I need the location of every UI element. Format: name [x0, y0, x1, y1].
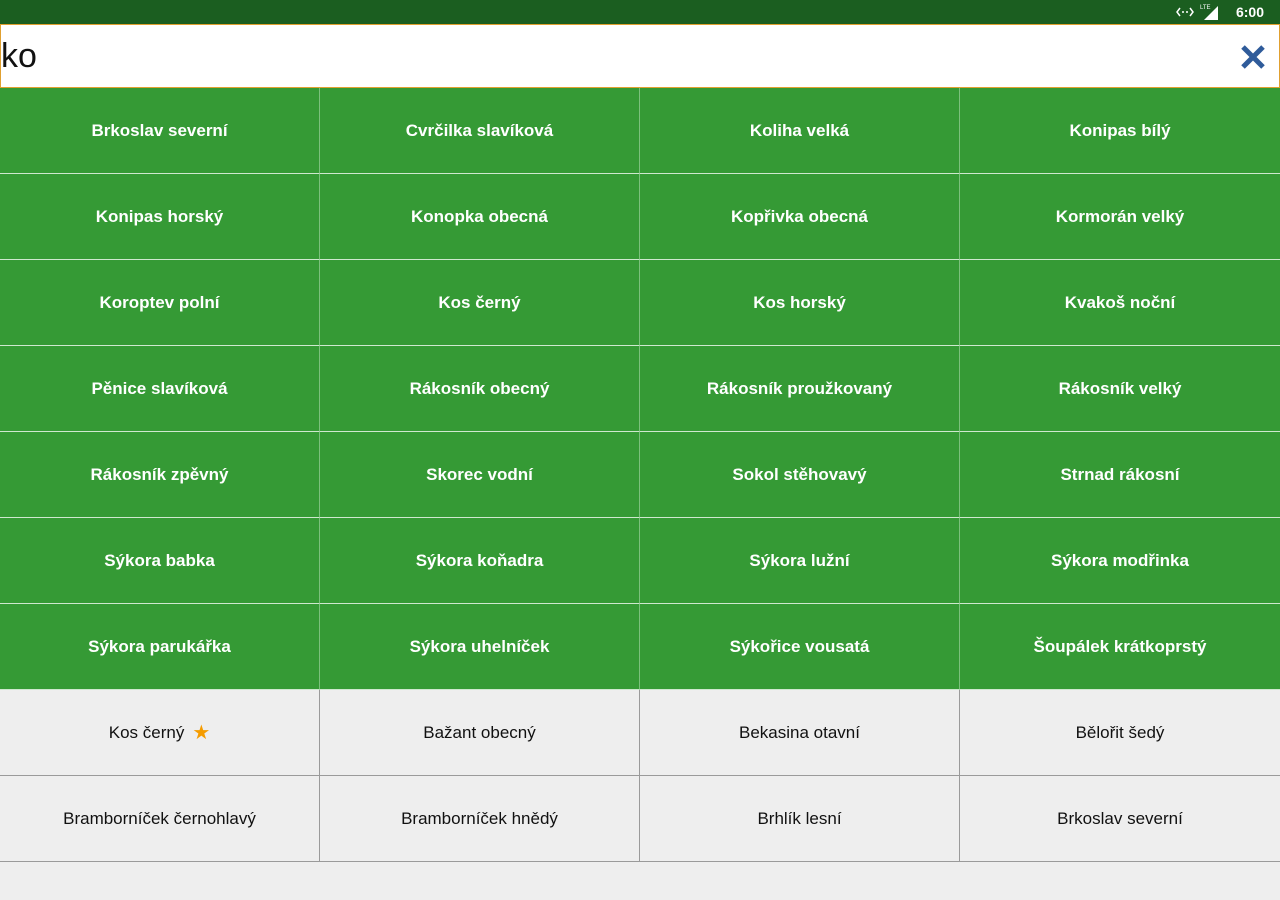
matched-bird-cell[interactable]: Konipas bílý: [960, 88, 1280, 174]
bird-name: Brkoslav severní: [91, 120, 228, 140]
matched-bird-cell[interactable]: Kos černý: [320, 260, 640, 346]
matched-bird-cell[interactable]: Sýkora lužní: [640, 518, 960, 604]
bird-name: Konipas bílý: [1069, 120, 1171, 140]
matched-bird-cell[interactable]: Koliha velká: [640, 88, 960, 174]
bird-name: Rákosník proužkovaný: [706, 378, 893, 398]
bird-name: Rákosník velký: [1058, 378, 1182, 398]
bird-name: Sýkora parukářka: [88, 636, 231, 656]
matched-bird-cell[interactable]: Cvrčilka slavíková: [320, 88, 640, 174]
search-bar: [0, 24, 1280, 88]
matched-bird-cell[interactable]: Kos horský: [640, 260, 960, 346]
bird-cell[interactable]: Bramborníček hnědý: [320, 776, 640, 862]
clear-search-button[interactable]: [1235, 39, 1271, 75]
bird-name: Sokol stěhovavý: [732, 464, 867, 484]
bird-name: Konopka obecná: [411, 206, 548, 226]
matched-bird-cell[interactable]: Šoupálek krátkoprstý: [960, 604, 1280, 690]
bird-name: Sýkora uhelníček: [409, 636, 550, 656]
close-icon: [1241, 45, 1265, 69]
bird-name: Brkoslav severní: [1057, 808, 1183, 828]
matched-bird-cell[interactable]: Sýkora modřinka: [960, 518, 1280, 604]
matched-bird-cell[interactable]: Konipas horský: [0, 174, 320, 260]
matched-bird-cell[interactable]: Rákosník obecný: [320, 346, 640, 432]
lte-label: LTE: [1200, 5, 1211, 11]
status-bar: LTE 6:00: [0, 0, 1280, 24]
matched-bird-cell[interactable]: Sýkora parukářka: [0, 604, 320, 690]
bird-name: Sýkora lužní: [749, 550, 850, 570]
bird-name: Bramborníček černohlavý: [63, 808, 256, 828]
favorite-bird-cell[interactable]: Kos černý ★: [0, 690, 320, 776]
matched-bird-cell[interactable]: Pěnice slavíková: [0, 346, 320, 432]
bird-name: Kos černý: [108, 722, 185, 742]
matched-bird-cell[interactable]: Konopka obecná: [320, 174, 640, 260]
matched-bird-cell[interactable]: Koroptev polní: [0, 260, 320, 346]
bird-name: Sýkora babka: [104, 550, 215, 570]
status-time: 6:00: [1235, 4, 1264, 20]
matched-bird-cell[interactable]: Sýkora babka: [0, 518, 320, 604]
bird-cell[interactable]: Bažant obecný: [320, 690, 640, 776]
bird-name: Kos horský: [753, 292, 846, 312]
matched-bird-cell[interactable]: Sýkora uhelníček: [320, 604, 640, 690]
bird-name: Sýkořice vousatá: [729, 636, 870, 656]
bird-name: Sýkora koňadra: [415, 550, 544, 570]
matched-bird-cell[interactable]: Strnad rákosní: [960, 432, 1280, 518]
matched-bird-cell[interactable]: Rákosník zpěvný: [0, 432, 320, 518]
bird-name: Rákosník obecný: [409, 378, 550, 398]
search-input[interactable]: [1, 25, 1201, 87]
bird-cell[interactable]: Brkoslav severní: [960, 776, 1280, 862]
bird-name: Konipas horský: [95, 206, 224, 226]
status-icons: LTE 6:00: [1176, 0, 1264, 24]
bird-grid: Brkoslav severní Cvrčilka slavíková Koliha…: [0, 88, 1280, 862]
bird-name: Koliha velká: [749, 120, 850, 140]
matched-bird-cell[interactable]: Kormorán velký: [960, 174, 1280, 260]
matched-bird-cell[interactable]: Brkoslav severní: [0, 88, 320, 174]
data-sync-icon: [1176, 6, 1194, 18]
bird-name: Cvrčilka slavíková: [405, 120, 554, 140]
bird-cell[interactable]: Bramborníček černohlavý: [0, 776, 320, 862]
bird-name: Kos černý: [438, 292, 521, 312]
bird-name: Kopřivka obecná: [731, 206, 868, 226]
bird-name: Rákosník zpěvný: [90, 464, 229, 484]
matched-bird-cell[interactable]: Sokol stěhovavý: [640, 432, 960, 518]
bird-name: Brhlík lesní: [757, 808, 842, 828]
matched-bird-cell[interactable]: Rákosník proužkovaný: [640, 346, 960, 432]
matched-bird-cell[interactable]: Kvakoš noční: [960, 260, 1280, 346]
bird-cell[interactable]: Bekasina otavní: [640, 690, 960, 776]
bird-name: Šoupálek krátkoprstý: [1033, 636, 1207, 656]
bird-cell[interactable]: Bělořit šedý: [960, 690, 1280, 776]
bird-name: Kormorán velký: [1055, 206, 1185, 226]
bird-name: Skorec vodní: [426, 464, 533, 484]
bird-name: Bramborníček hnědý: [401, 808, 558, 828]
bird-name: Kvakoš noční: [1064, 292, 1176, 312]
bird-cell[interactable]: Brhlík lesní: [640, 776, 960, 862]
matched-bird-cell[interactable]: Sýkořice vousatá: [640, 604, 960, 690]
matched-bird-cell[interactable]: Kopřivka obecná: [640, 174, 960, 260]
bird-name: Sýkora modřinka: [1051, 550, 1189, 570]
matched-bird-cell[interactable]: Skorec vodní: [320, 432, 640, 518]
bird-name: Pěnice slavíková: [91, 378, 228, 398]
bird-name: Koroptev polní: [99, 292, 220, 312]
matched-bird-cell[interactable]: Sýkora koňadra: [320, 518, 640, 604]
bird-name: Bělořit šedý: [1075, 722, 1165, 742]
matched-bird-cell[interactable]: Rákosník velký: [960, 346, 1280, 432]
bird-name: Bažant obecný: [423, 722, 536, 742]
lte-signal-icon: LTE: [1200, 4, 1220, 20]
star-icon: ★: [192, 722, 211, 744]
bird-name: Strnad rákosní: [1060, 464, 1180, 484]
bird-name: Bekasina otavní: [739, 722, 860, 742]
